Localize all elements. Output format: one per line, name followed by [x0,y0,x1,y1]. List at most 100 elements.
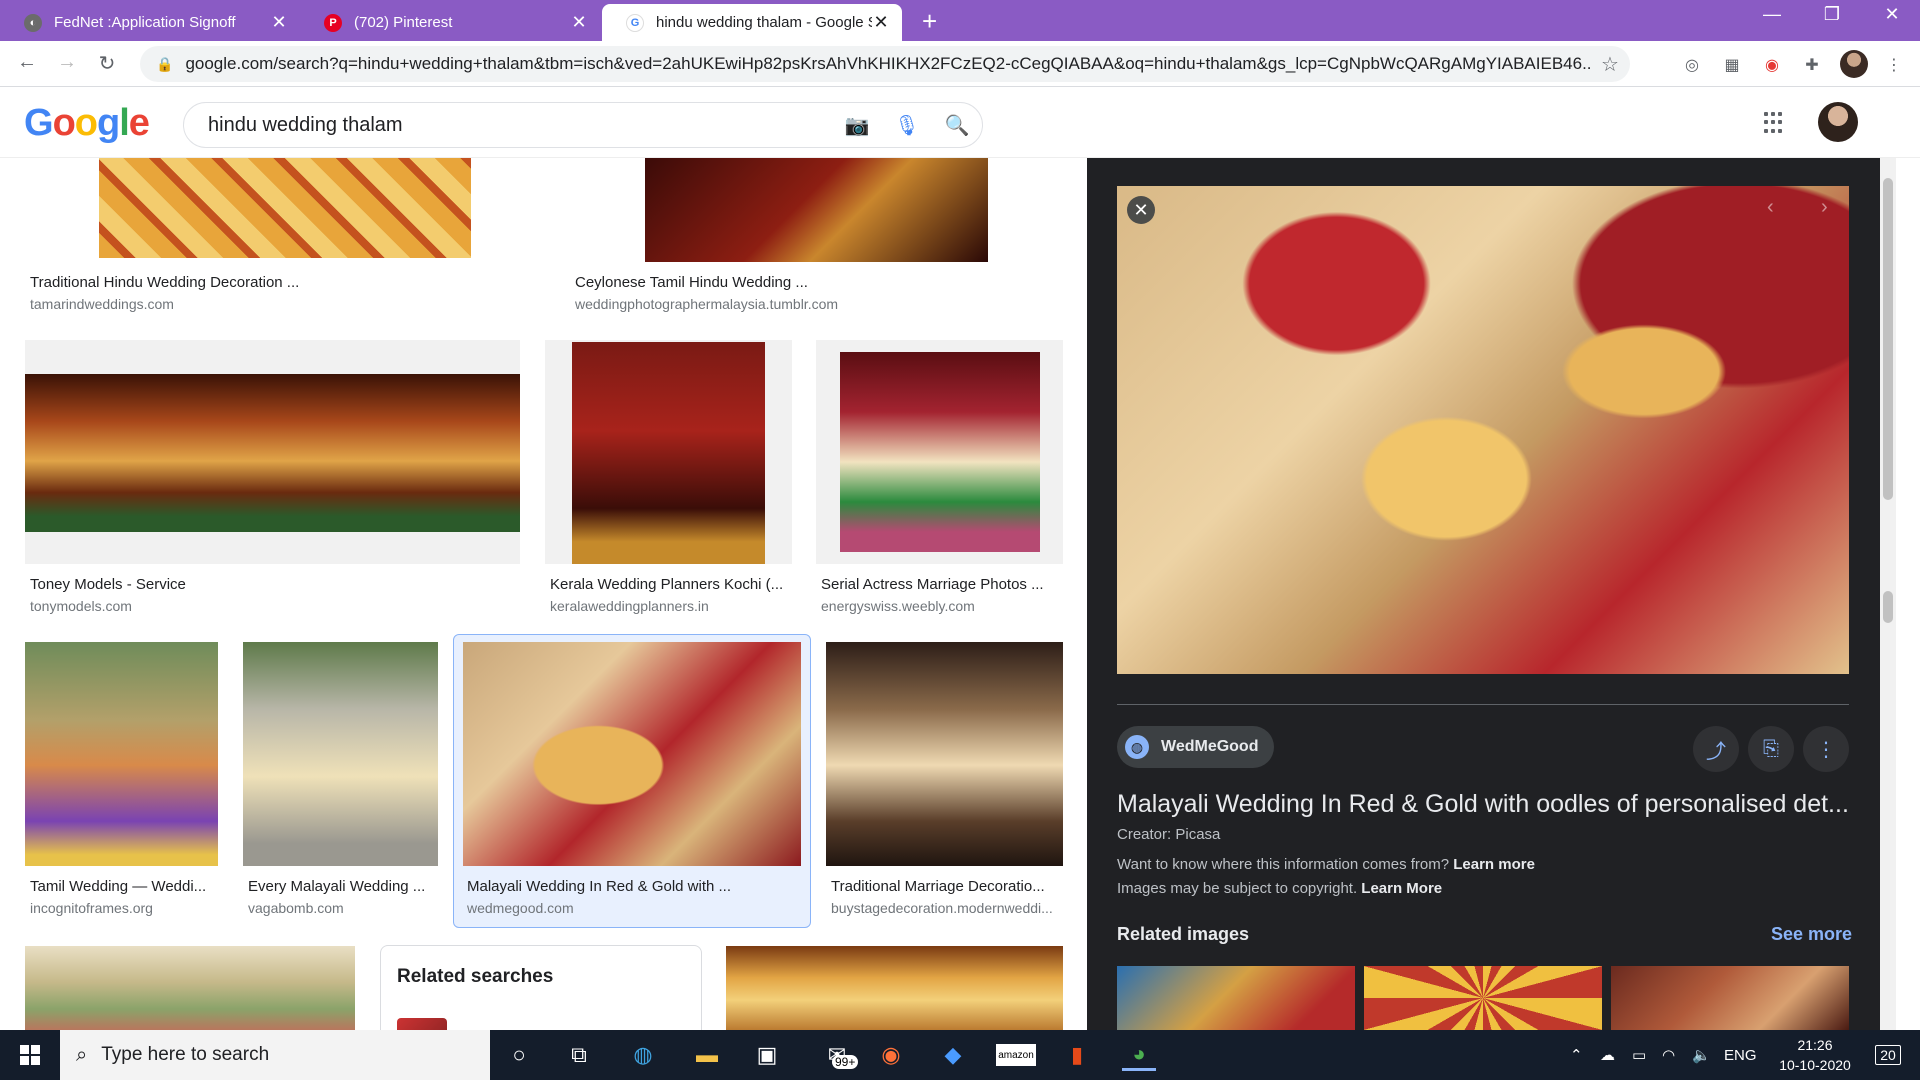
result-source[interactable]: energyswiss.weebly.com [821,598,1058,614]
result-thumbnail[interactable] [25,642,218,866]
restore-icon[interactable]: ❐ [1812,4,1852,25]
search-icon[interactable]: 🔍 [932,113,982,138]
learn-more-link[interactable]: Learn more [1453,856,1535,873]
show-hidden-icons[interactable]: ⌃ [1570,1030,1583,1080]
result-card[interactable]: Serial Actress Marriage Photos ... energ… [816,340,1063,620]
result-source[interactable]: tamarindweddings.com [30,296,530,312]
result-thumbnail[interactable] [25,946,355,1030]
new-tab-button[interactable]: + [922,6,937,37]
cortana-icon[interactable]: ○ [502,1039,536,1071]
learn-more-link[interactable]: Learn More [1361,880,1442,897]
tab-google-search[interactable]: G hindu wedding thalam - Google S ✕ [602,4,902,41]
amazon-icon[interactable]: amazon [996,1044,1036,1066]
search-input[interactable]: hindu wedding thalam [208,114,832,137]
result-card-selected[interactable]: Malayali Wedding In Red & Gold with ... … [453,634,811,928]
puzzle-icon[interactable]: ✚ [1800,53,1824,77]
back-icon[interactable]: ← [12,51,42,74]
share-icon[interactable]: ⤴ [1693,726,1739,772]
office-icon[interactable]: ▮ [1060,1039,1094,1071]
result-card[interactable] [726,946,1063,1030]
result-title[interactable]: Traditional Hindu Wedding Decoration ... [30,274,530,291]
panel-scroll-thumb[interactable] [1883,178,1893,500]
edge-icon[interactable]: ◍ [626,1039,660,1071]
file-explorer-icon[interactable]: ▬ [690,1039,724,1071]
result-thumbnail[interactable] [645,158,988,262]
page-scrollbar[interactable] [1880,158,1896,1030]
result-card[interactable]: Tamil Wedding — Weddi... incognitoframes… [25,642,218,922]
extension-icon[interactable]: ◎ [1680,53,1704,77]
result-source[interactable]: weddingphotographermalaysia.tumblr.com [575,296,1055,312]
save-bookmark-icon[interactable]: ⎘ [1748,726,1794,772]
google-logo[interactable]: Google [24,102,150,145]
see-more-link[interactable]: See more [1771,924,1852,945]
result-title[interactable]: Serial Actress Marriage Photos ... [821,576,1058,593]
language-indicator[interactable]: ENG [1724,1030,1757,1080]
source-chip[interactable]: ◍ WedMeGood [1117,726,1275,768]
result-thumbnail[interactable] [826,642,1063,866]
apps-grid-icon[interactable] [1764,112,1786,134]
dropbox-icon[interactable]: ◆ [936,1039,970,1071]
related-searches-card[interactable]: Related searches [380,945,702,1030]
result-card[interactable]: Traditional Hindu Wedding Decoration ...… [25,158,545,318]
menu-kebab-icon[interactable]: ⋮ [1882,53,1906,77]
result-title[interactable]: Toney Models - Service [30,576,510,593]
url-text[interactable]: google.com/search?q=hindu+wedding+thalam… [185,54,1590,74]
result-source[interactable]: buystagedecoration.modernweddi... [831,900,1059,916]
result-source[interactable]: tonymodels.com [30,598,510,614]
notification-center-icon[interactable]: 20 [1868,1040,1908,1070]
minimize-icon[interactable]: — [1752,4,1792,25]
battery-icon[interactable]: ▭ [1632,1030,1646,1080]
result-thumbnail[interactable] [99,158,471,258]
result-thumbnail[interactable] [243,642,438,866]
forward-icon[interactable]: → [52,51,82,74]
next-arrow-icon[interactable]: › [1821,196,1828,219]
microphone-icon[interactable]: 🎙 [882,113,932,138]
result-source[interactable]: wedmegood.com [467,900,797,916]
result-thumbnail[interactable] [840,352,1040,552]
tab-pinterest[interactable]: P (702) Pinterest ✕ [300,4,600,41]
close-tab-icon[interactable]: ✕ [570,12,588,33]
result-card[interactable]: Toney Models - Service tonymodels.com [25,340,520,620]
account-avatar[interactable] [1818,102,1858,142]
tab-fednet[interactable]: ◐ FedNet :Application Signoff ✕ [0,4,300,41]
chrome-icon[interactable]: ◕ [1122,1039,1156,1071]
extension-icon[interactable]: ◉ [1760,53,1784,77]
camera-icon[interactable]: 📷 [832,113,882,138]
wifi-icon[interactable]: ◠ [1662,1030,1675,1080]
lock-icon[interactable]: 🔒 [156,56,173,73]
bookmark-star-icon[interactable]: ☆ [1590,52,1630,77]
more-options-icon[interactable]: ⋮ [1803,726,1849,772]
result-title[interactable]: Kerala Wedding Planners Kochi (... [550,576,787,593]
extension-icon[interactable]: ▦ [1720,53,1744,77]
result-thumbnail[interactable] [25,374,520,532]
address-bar[interactable]: 🔒 google.com/search?q=hindu+wedding+thal… [140,46,1630,82]
store-icon[interactable]: ▣ [750,1039,784,1071]
task-view-icon[interactable]: ⧉ [562,1039,596,1071]
result-card[interactable] [25,946,355,1030]
result-source[interactable]: incognitoframes.org [30,900,215,916]
mail-icon[interactable]: ✉ 99+ [812,1039,862,1071]
result-title[interactable]: Traditional Marriage Decoratio... [831,878,1059,895]
result-title[interactable]: Every Malayali Wedding ... [248,878,433,895]
result-thumbnail[interactable] [726,946,1063,1030]
result-title[interactable]: Tamil Wedding — Weddi... [30,878,215,895]
close-window-icon[interactable]: ✕ [1872,4,1912,25]
preview-title[interactable]: Malayali Wedding In Red & Gold with oodl… [1117,790,1849,819]
profile-avatar[interactable] [1840,50,1868,78]
close-icon[interactable]: ✕ [1127,196,1155,224]
related-search-thumbnail[interactable] [397,1018,447,1030]
result-source[interactable]: keralaweddingplanners.in [550,598,787,614]
result-title[interactable]: Ceylonese Tamil Hindu Wedding ... [575,274,1055,291]
result-card[interactable]: Traditional Marriage Decoratio... buysta… [826,642,1063,922]
previous-arrow-icon[interactable]: ‹ [1767,196,1774,219]
reload-icon[interactable]: ↻ [92,51,122,76]
result-card[interactable]: Kerala Wedding Planners Kochi (... keral… [545,340,792,620]
close-tab-icon[interactable]: ✕ [872,12,890,33]
result-card[interactable]: Every Malayali Wedding ... vagabomb.com [243,642,438,922]
onedrive-icon[interactable]: ☁ [1600,1030,1615,1080]
result-title[interactable]: Malayali Wedding In Red & Gold with ... [467,878,797,895]
search-box[interactable]: hindu wedding thalam 📷 🎙 🔍 [183,102,983,148]
clock[interactable]: 21:26 10-10-2020 [1765,1035,1865,1075]
result-thumbnail[interactable] [463,642,801,866]
taskbar-search[interactable]: ⌕ Type here to search [60,1030,490,1080]
